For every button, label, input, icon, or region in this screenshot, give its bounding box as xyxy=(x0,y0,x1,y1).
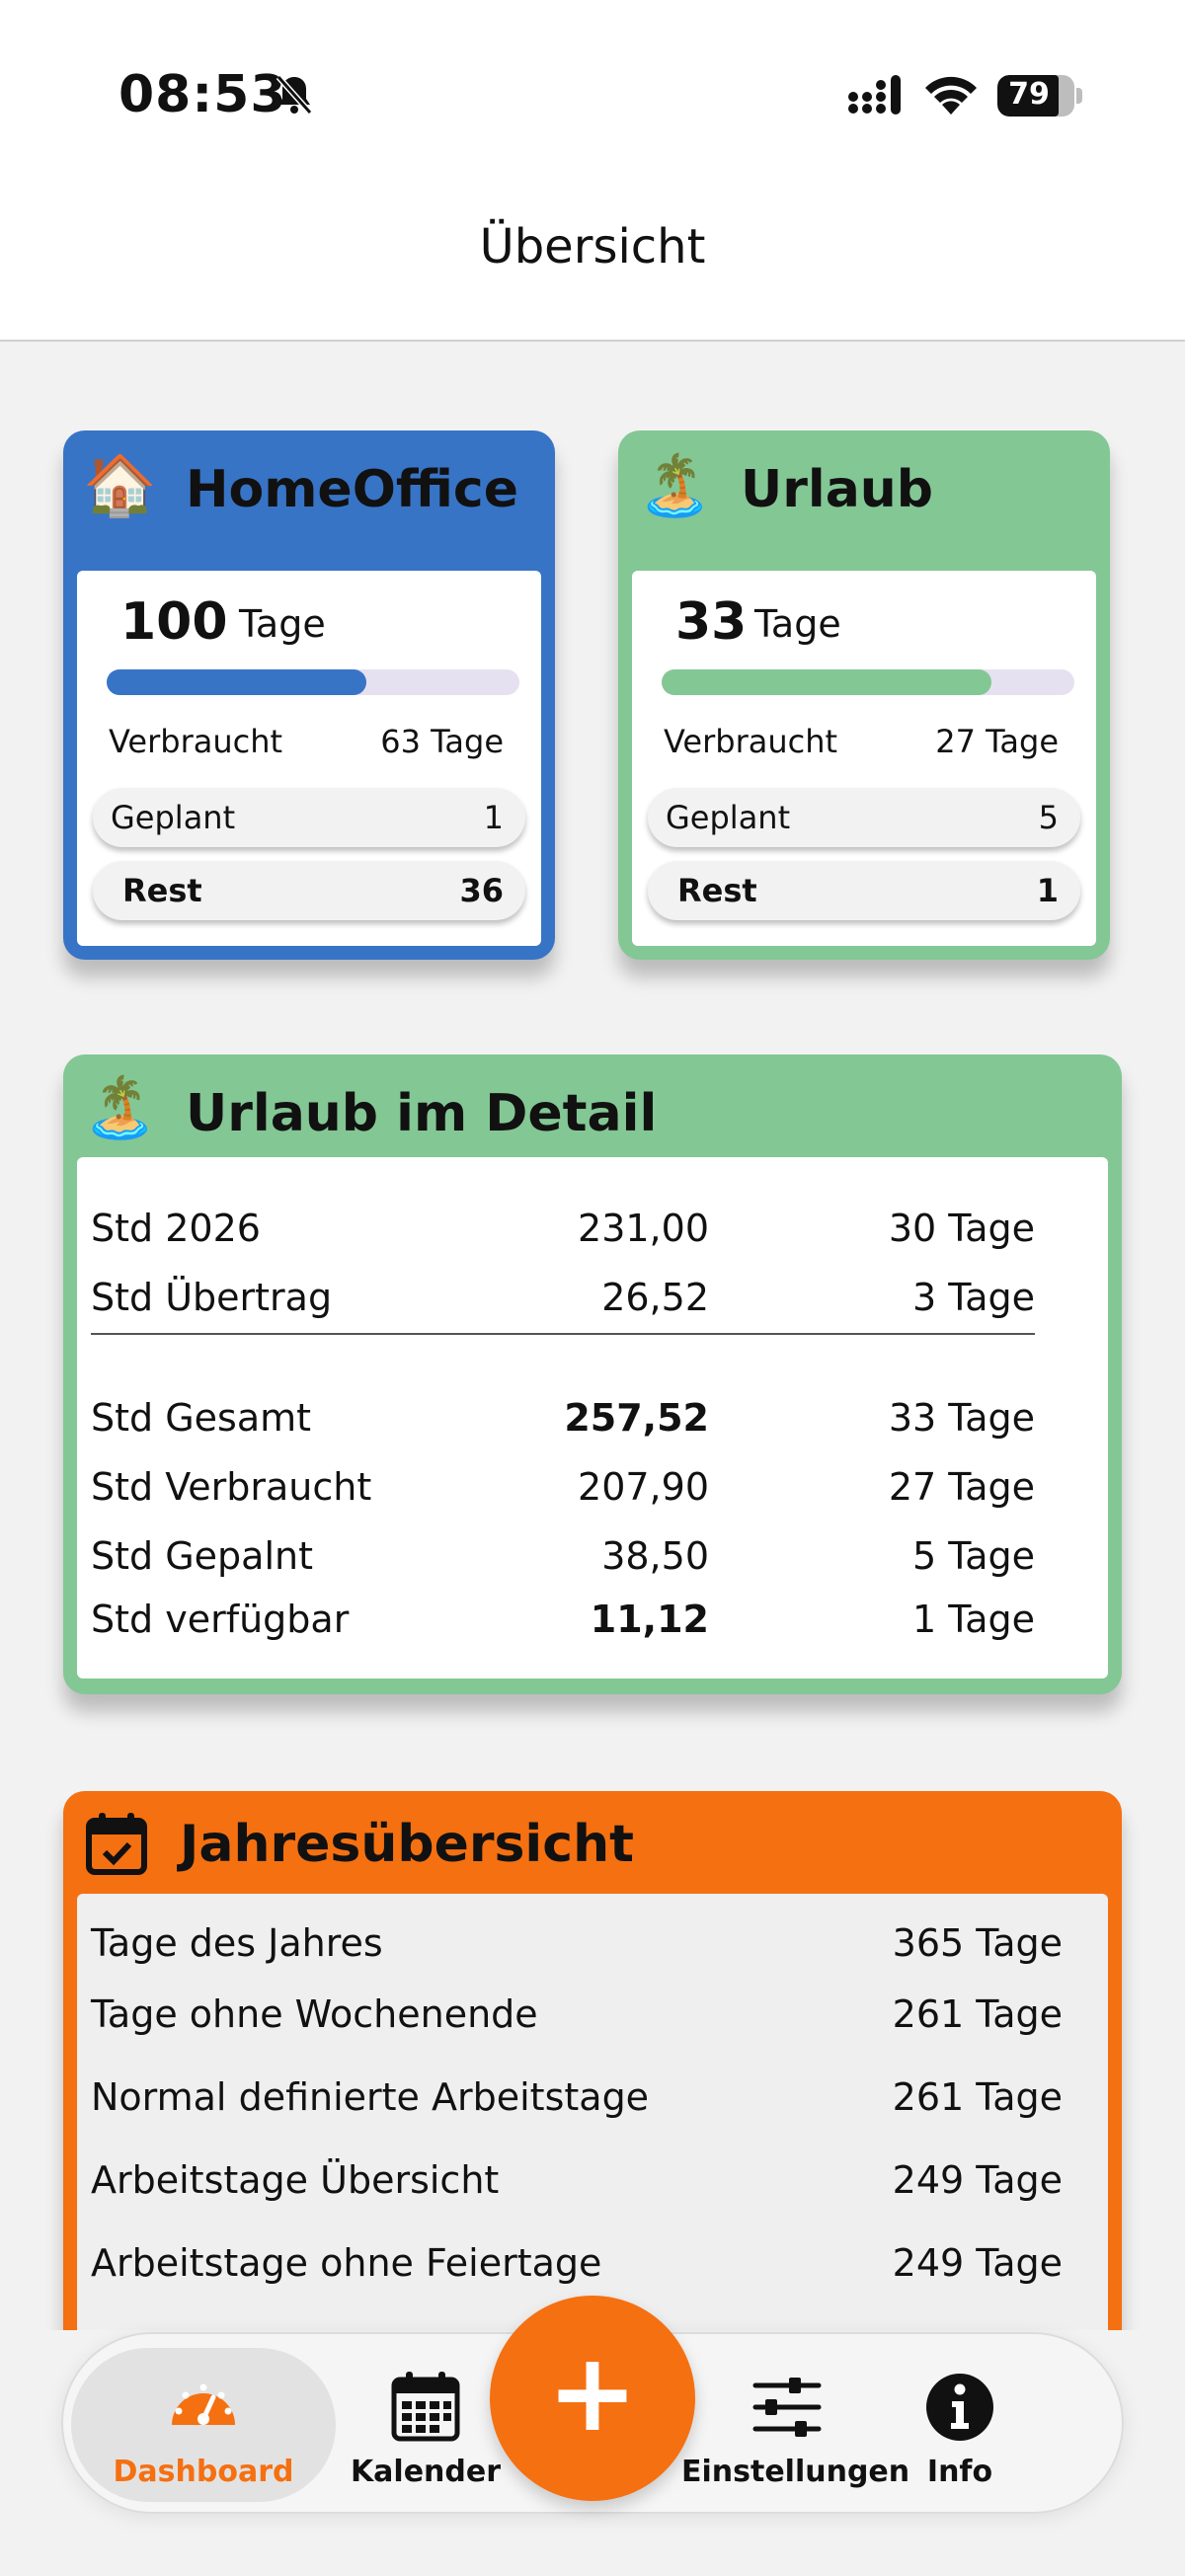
island-icon: 🏝️ xyxy=(83,1073,157,1142)
rest-value: 36 xyxy=(459,872,504,909)
detail-row: Std Gepalnt 38,50 5 Tage xyxy=(91,1534,1035,1578)
homeoffice-body: 100 Tage Verbraucht 63 Tage Geplant 1 Re… xyxy=(77,571,541,946)
detail-divider xyxy=(91,1333,1035,1335)
urlaub-unit: Tage xyxy=(754,602,841,646)
year-label: Normal definierte Arbeitstage xyxy=(91,2075,650,2119)
year-row: Arbeitstage ohne Feiertage 249 Tage xyxy=(91,2241,1063,2285)
verbraucht-label: Verbraucht xyxy=(109,723,283,760)
year-row: Arbeitstage Übersicht 249 Tage xyxy=(91,2158,1063,2202)
tab-info[interactable]: Info xyxy=(893,2334,1027,2516)
homeoffice-progress-fill xyxy=(107,669,367,695)
geplant-value: 1 xyxy=(483,799,504,836)
year-row: Tage ohne Wochenende 261 Tage xyxy=(91,1992,1063,2036)
page-title: Übersicht xyxy=(479,219,706,274)
year-label: Tage des Jahres xyxy=(91,1921,383,1965)
detail-row: Std verfügbar 11,12 1 Tage xyxy=(91,1598,1035,1641)
verbraucht-value: 63 Tage xyxy=(380,723,504,760)
detail-days: 1 Tage xyxy=(912,1598,1035,1641)
urlaub-body: 33 Tage Verbraucht 27 Tage Geplant 5 Res… xyxy=(632,571,1096,946)
detail-row: Std 2026 231,00 30 Tage xyxy=(91,1207,1035,1250)
detail-label: Std Übertrag xyxy=(91,1276,333,1319)
detail-days: 33 Tage xyxy=(888,1396,1035,1440)
year-label: Tage ohne Wochenende xyxy=(91,1992,538,2036)
verbraucht-label: Verbraucht xyxy=(664,723,838,760)
geplant-label: Geplant xyxy=(666,799,791,836)
cellular-signal-icon xyxy=(848,75,901,115)
homeoffice-unit: Tage xyxy=(239,602,326,646)
sliders-icon xyxy=(752,2378,822,2437)
add-button[interactable]: + xyxy=(490,2296,695,2501)
year-value: 261 Tage xyxy=(892,2075,1063,2119)
year-label: Arbeitstage ohne Feiertage xyxy=(91,2241,602,2285)
urlaub-progress-fill xyxy=(662,669,992,695)
homeoffice-geplant-row: Geplant 1 xyxy=(93,788,525,847)
battery-percent: 79 xyxy=(1008,77,1050,112)
detail-days: 5 Tage xyxy=(912,1534,1035,1578)
detail-hours: 207,90 xyxy=(578,1465,709,1509)
year-label: Arbeitstage Übersicht xyxy=(91,2158,500,2202)
calendar-icon xyxy=(391,2372,460,2442)
urlaub-card[interactable]: 🏝️ Urlaub 33 Tage Verbraucht 27 Tage Gep… xyxy=(618,430,1110,960)
verbraucht-value: 27 Tage xyxy=(935,723,1059,760)
homeoffice-verbraucht-row: Verbraucht 63 Tage xyxy=(107,723,504,762)
urlaub-detail-title: Urlaub im Detail xyxy=(186,1084,658,1143)
year-row: Tage des Jahres 365 Tage xyxy=(91,1921,1063,1965)
year-value: 365 Tage xyxy=(892,1921,1063,1965)
geplant-label: Geplant xyxy=(111,799,236,836)
homeoffice-card[interactable]: 🏠 HomeOffice 100 Tage Verbraucht 63 Tage… xyxy=(63,430,555,960)
detail-days: 27 Tage xyxy=(888,1465,1035,1509)
urlaub-geplant-row: Geplant 5 xyxy=(648,788,1080,847)
homeoffice-title: HomeOffice xyxy=(186,460,518,519)
speedometer-icon xyxy=(172,2383,235,2425)
tab-kalender-label: Kalender xyxy=(350,2455,502,2489)
detail-days: 3 Tage xyxy=(912,1276,1035,1319)
geplant-value: 5 xyxy=(1038,799,1059,836)
homeoffice-total: 100 xyxy=(120,592,228,652)
battery-indicator: 79 xyxy=(997,75,1082,117)
status-time: 08:53 xyxy=(118,65,287,124)
detail-label: Std Gepalnt xyxy=(91,1534,313,1578)
calendar-check-icon xyxy=(86,1813,147,1875)
year-row: Normal definierte Arbeitstage 261 Tage xyxy=(91,2075,1063,2119)
year-value: 261 Tage xyxy=(892,1992,1063,2036)
rest-label: Rest xyxy=(677,872,757,909)
wifi-icon xyxy=(925,76,977,115)
island-icon: 🏝️ xyxy=(638,451,712,520)
house-icon: 🏠 xyxy=(83,451,157,520)
detail-row: Std Übertrag 26,52 3 Tage xyxy=(91,1276,1035,1319)
year-value: 249 Tage xyxy=(892,2158,1063,2202)
tab-einstellungen-label: Einstellungen xyxy=(681,2455,910,2489)
tab-einstellungen[interactable]: Einstellungen xyxy=(681,2334,910,2516)
year-value: 249 Tage xyxy=(892,2241,1063,2285)
detail-hours: 38,50 xyxy=(601,1534,709,1578)
detail-label: Std 2026 xyxy=(91,1207,261,1250)
detail-hours: 231,00 xyxy=(578,1207,709,1250)
urlaub-total: 33 xyxy=(675,592,748,652)
detail-hours: 257,52 xyxy=(564,1396,709,1440)
rest-value: 1 xyxy=(1036,872,1059,909)
top-bar: 08:53 79 Übersicht xyxy=(0,0,1185,342)
detail-label: Std verfügbar xyxy=(91,1598,350,1641)
detail-row: Std Gesamt 257,52 33 Tage xyxy=(91,1396,1035,1440)
rest-label: Rest xyxy=(122,872,202,909)
plus-icon: + xyxy=(546,2329,639,2456)
tab-dashboard-label: Dashboard xyxy=(113,2455,294,2489)
bell-slash-icon xyxy=(276,75,313,115)
detail-days: 30 Tage xyxy=(888,1207,1035,1250)
jahresuebersicht-title: Jahresübersicht xyxy=(180,1815,634,1874)
urlaub-rest-row: Rest 1 xyxy=(648,861,1080,920)
detail-hours: 26,52 xyxy=(601,1276,709,1319)
urlaub-progress-track xyxy=(662,669,1074,695)
urlaub-verbraucht-row: Verbraucht 27 Tage xyxy=(662,723,1059,762)
urlaub-title: Urlaub xyxy=(741,460,934,519)
detail-label: Std Gesamt xyxy=(91,1396,312,1440)
detail-label: Std Verbraucht xyxy=(91,1465,372,1509)
homeoffice-rest-row: Rest 36 xyxy=(93,861,525,920)
tab-info-label: Info xyxy=(926,2455,993,2489)
homeoffice-progress-track xyxy=(107,669,519,695)
info-icon xyxy=(926,2374,993,2441)
tab-dashboard[interactable]: Dashboard xyxy=(63,2334,344,2516)
detail-row: Std Verbraucht 207,90 27 Tage xyxy=(91,1465,1035,1509)
detail-hours: 11,12 xyxy=(590,1598,709,1641)
